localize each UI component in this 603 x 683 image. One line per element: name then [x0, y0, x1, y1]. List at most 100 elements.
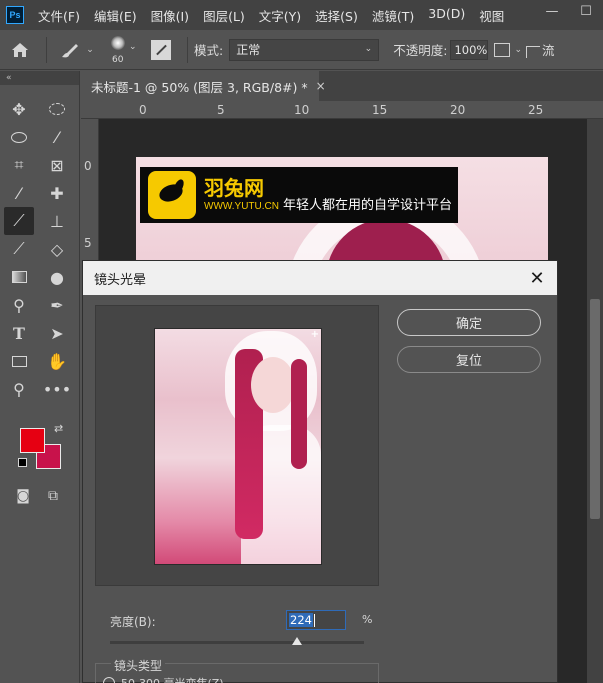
chevron-down-icon: ⌄ [364, 43, 373, 54]
color-swatches: ⇄ [14, 420, 74, 480]
pen-tool-icon[interactable]: ✒ [42, 291, 72, 319]
brush-panel-toggle-icon[interactable] [151, 39, 171, 60]
ruler-label: 20 [450, 103, 466, 117]
opacity-pressure-icon[interactable] [494, 42, 511, 57]
options-bar: ⌄ 60 ⌄ 模式: 正常 ⌄ 不透明度: 100% ⌄ 流 [0, 30, 603, 70]
hand-tool-icon[interactable]: ✋ [42, 347, 72, 375]
brand-text: 羽兔网 WWW.YUTU.CN [204, 177, 279, 213]
zoom-tool-icon[interactable]: ⚲ [4, 375, 34, 403]
opacity-input[interactable]: 100% [450, 39, 489, 60]
eyedropper-tool-icon[interactable]: ⁄ [4, 179, 34, 207]
foreground-color-swatch[interactable] [20, 428, 45, 453]
tool-grid: ✥ ⁄ ⌗ ⊠ ⁄ ✚ ⟋ ⊥ ⟋ ◇ ● ⚲ ✒ T ➤ ✋ ⚲ ••• [0, 95, 79, 403]
lens-option-label: 50-300 毫米变焦(Z) [121, 675, 224, 683]
brand-url: WWW.YUTU.CN [204, 201, 279, 212]
menu-bar: Ps 文件(F) 编辑(E) 图像(I) 图层(L) 文字(Y) 选择(S) 滤… [0, 0, 603, 30]
brightness-input[interactable]: 224 [286, 610, 346, 630]
swap-colors-icon[interactable]: ⇄ [54, 422, 63, 435]
ruler-label: 5 [217, 103, 225, 117]
brand-name: 羽兔网 [204, 176, 264, 200]
airbrush-icon[interactable] [525, 45, 540, 58]
dodge-tool-icon[interactable]: ⚲ [4, 291, 34, 319]
maximize-button[interactable]: ☐ [569, 0, 603, 22]
close-tab-icon[interactable]: × [316, 79, 326, 93]
screen-mode-icon[interactable]: ⧉ [38, 482, 68, 510]
scrollbar-thumb[interactable] [590, 299, 600, 519]
watermark-banner: 羽兔网 WWW.YUTU.CN 年轻人都在用的自学设计平台 [140, 167, 458, 223]
brightness-unit: % [362, 613, 373, 626]
tool-preset-picker[interactable]: ⌄ [53, 41, 101, 59]
mode-select[interactable]: 正常 ⌄ [229, 38, 380, 61]
home-icon[interactable] [0, 30, 40, 70]
crop-tool-icon[interactable]: ⌗ [4, 151, 34, 179]
vertical-scrollbar[interactable] [587, 119, 603, 683]
eraser-tool-icon[interactable]: ◇ [42, 235, 72, 263]
preview-image[interactable]: + [154, 328, 322, 565]
stamp-tool-icon[interactable]: ⊥ [42, 207, 72, 235]
collapse-toolbar-button[interactable]: « [0, 71, 79, 85]
photoshop-logo-icon: Ps [6, 6, 24, 24]
rectangle-tool-icon[interactable] [4, 347, 34, 375]
close-icon[interactable]: ✕ [525, 266, 549, 290]
opacity-label: 不透明度: [393, 43, 448, 58]
divider [187, 36, 188, 63]
menu-select[interactable]: 选择(S) [315, 6, 358, 25]
menu-type[interactable]: 文字(Y) [259, 6, 301, 25]
menu-view[interactable]: 视图 [479, 6, 504, 25]
magic-wand-tool-icon[interactable]: ⁄ [42, 123, 72, 151]
ruler-label: 5 [84, 236, 92, 250]
gradient-tool-icon[interactable] [4, 263, 34, 291]
brush-icon [62, 43, 79, 57]
menu-edit[interactable]: 编辑(E) [94, 6, 137, 25]
radio-button[interactable] [103, 677, 115, 683]
ruler-label: 0 [139, 103, 147, 117]
brush-size-picker[interactable]: 60 ⌄ [101, 30, 147, 70]
text-cursor [313, 613, 315, 627]
ok-button[interactable]: 确定 [397, 309, 541, 336]
flow-label: 流 [525, 40, 555, 59]
dialog-titlebar: 镜头光晕 ✕ [83, 261, 557, 295]
brightness-slider-thumb[interactable] [292, 637, 303, 645]
healing-brush-tool-icon[interactable]: ✚ [42, 179, 72, 207]
menu-layer[interactable]: 图层(L) [203, 6, 245, 25]
document-tab[interactable]: 未标题-1 @ 50% (图层 3, RGB/8#) * × [81, 71, 326, 101]
lens-option-zoom[interactable]: 50-300 毫米变焦(Z) [103, 675, 224, 683]
history-brush-tool-icon[interactable]: ⟋ [4, 235, 34, 263]
lens-type-label: 镜头类型 [111, 657, 166, 674]
toolbar-bottom: ◙ ⧉ [8, 482, 68, 510]
chevron-down-icon: ⌄ [514, 44, 522, 55]
document-title: 未标题-1 @ 50% (图层 3, RGB/8#) * [91, 79, 308, 95]
chevron-down-icon: ⌄ [86, 44, 94, 55]
menu-file[interactable]: 文件(F) [38, 6, 80, 25]
ruler-label: 0 [84, 159, 92, 173]
mode-label: 模式: [194, 43, 224, 58]
move-tool-icon[interactable]: ✥ [4, 95, 34, 123]
menu-filter[interactable]: 滤镜(T) [372, 6, 414, 25]
dialog-title: 镜头光晕 [94, 272, 147, 288]
ruler-label: 10 [294, 103, 310, 117]
menu-image[interactable]: 图像(I) [151, 6, 189, 25]
quick-mask-icon[interactable]: ◙ [8, 482, 38, 510]
minimize-button[interactable]: — [535, 0, 569, 22]
reset-button[interactable]: 复位 [397, 346, 541, 373]
window-controls: — ☐ [535, 0, 603, 22]
menu-3d[interactable]: 3D(D) [428, 6, 465, 25]
flare-center-crosshair-icon[interactable]: + [311, 329, 319, 340]
document-tab-bar: 未标题-1 @ 50% (图层 3, RGB/8#) * × [81, 71, 603, 101]
path-selection-tool-icon[interactable]: ➤ [42, 319, 72, 347]
default-colors-icon[interactable] [18, 458, 27, 467]
blur-tool-icon[interactable]: ● [42, 263, 72, 291]
brush-tool-icon[interactable]: ⟋ [4, 207, 34, 235]
marquee-tool-icon[interactable] [42, 95, 72, 123]
brightness-label: 亮度(B): [110, 615, 156, 629]
flare-preview: + [95, 305, 379, 586]
menu-items: 文件(F) 编辑(E) 图像(I) 图层(L) 文字(Y) 选择(S) 滤镜(T… [38, 6, 518, 25]
lasso-tool-icon[interactable] [4, 123, 34, 151]
brightness-slider-track[interactable] [110, 641, 364, 644]
type-tool-icon[interactable]: T [4, 319, 34, 347]
divider [46, 36, 47, 63]
frame-tool-icon[interactable]: ⊠ [42, 151, 72, 179]
tools-panel: « ✥ ⁄ ⌗ ⊠ ⁄ ✚ ⟋ ⊥ ⟋ ◇ ● ⚲ ✒ T ➤ ✋ ⚲ ••• … [0, 71, 80, 683]
rabbit-logo-icon [148, 171, 196, 219]
more-tools-icon[interactable]: ••• [42, 375, 72, 403]
